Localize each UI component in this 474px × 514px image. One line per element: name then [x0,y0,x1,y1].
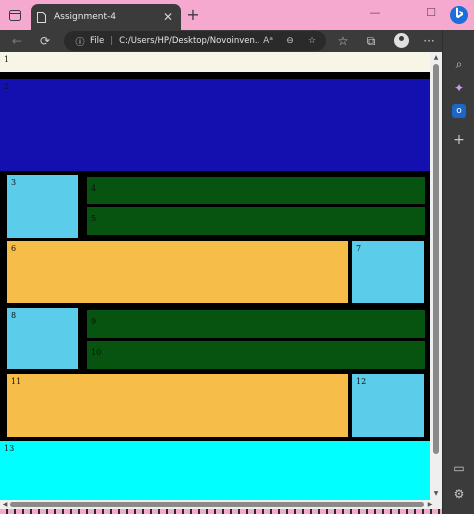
box-13: 13 [0,441,430,500]
box-1: 1 [0,52,430,72]
tab-actions-button[interactable] [4,5,26,25]
box-8: 8 [7,308,78,369]
browser-tab[interactable]: Assignment-4 ✕ [31,4,181,30]
outlook-icon[interactable]: o [452,104,466,118]
back-button[interactable]: ← [8,32,26,50]
desktop-wallpaper-strip [0,509,442,514]
box-5: 5 [87,207,425,235]
scroll-left-arrow-icon[interactable]: ◀ [1,500,9,509]
new-tab-button[interactable]: + [184,6,202,24]
tab-title: Assignment-4 [54,12,116,22]
horizontal-scroll-thumb[interactable] [10,502,424,507]
box-11: 11 [7,374,348,437]
file-label: File [90,36,105,46]
vertical-scroll-thumb[interactable] [433,64,439,454]
box-3: 3 [7,175,78,238]
box-7: 7 [352,241,424,303]
box-9: 9 [87,310,425,338]
minimize-button[interactable]: — [364,4,386,22]
page-viewport: 1 2 3 4 5 6 7 8 9 10 11 12 13 [0,52,442,500]
box-2: 2 [0,79,430,171]
bing-icon [456,7,463,19]
vertical-scrollbar[interactable]: ▲ ▼ [430,52,442,500]
search-button[interactable]: ⌕ [449,54,469,74]
url-text[interactable]: C:/Users/HP/Desktop/Novoinven... [119,36,259,46]
settings-icon[interactable]: ⚙ [449,484,469,504]
collections-icon[interactable]: ⧉ [362,32,380,50]
address-bar[interactable]: ⓘ File | C:/Users/HP/Desktop/Novoinven..… [64,31,326,51]
box-6: 6 [7,241,348,303]
scroll-down-arrow-icon[interactable]: ▼ [432,490,440,498]
maximize-button[interactable]: ☐ [420,4,442,22]
address-toolbar: ← ⟳ ⓘ File | C:/Users/HP/Desktop/Novoinv… [0,30,442,52]
profile-avatar[interactable] [394,33,409,48]
split-screen-icon[interactable]: ▭ [449,458,469,478]
scroll-up-arrow-icon[interactable]: ▲ [432,54,440,62]
horizontal-scrollbar[interactable]: ◀ ▶ [0,500,442,509]
read-aloud-icon[interactable]: Aᵃ [260,31,276,51]
title-bar: Assignment-4 ✕ + — ☐ ✕ [0,0,474,30]
box-12: 12 [352,374,424,437]
more-menu-icon[interactable]: ··· [420,32,438,50]
box-4: 4 [87,177,425,204]
page-icon [37,11,46,23]
add-favorite-icon[interactable]: ☆ [304,31,320,51]
scroll-right-arrow-icon[interactable]: ▶ [426,500,434,509]
edge-sidebar: ⌕ ✦ o + ▭ ⚙ [442,6,474,514]
favorites-icon[interactable]: ☆ [334,32,352,50]
tab-close-icon[interactable]: ✕ [161,10,175,24]
add-sidebar-app-button[interactable]: + [449,130,469,150]
reload-button[interactable]: ⟳ [36,32,54,50]
zoom-icon[interactable]: ⊖ [282,31,298,51]
copilot-button[interactable] [450,6,468,24]
copilot-icon[interactable]: ✦ [449,78,469,98]
site-info-icon[interactable]: ⓘ [74,35,86,48]
box-10: 10 [87,341,425,369]
address-separator: | [110,36,114,46]
tab-actions-icon [9,9,21,21]
